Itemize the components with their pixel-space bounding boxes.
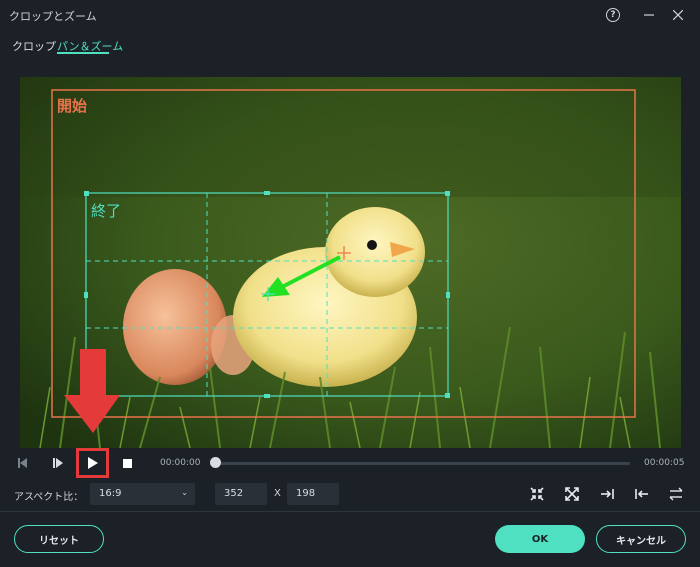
help-circle-icon: ? <box>606 8 620 22</box>
width-field[interactable]: 352 <box>215 483 267 505</box>
fit-button[interactable] <box>527 484 547 504</box>
fill-icon <box>565 487 579 501</box>
width-value: 352 <box>224 488 244 499</box>
height-field[interactable]: 198 <box>287 483 339 505</box>
minimize-icon <box>644 14 654 16</box>
total-time: 00:00:05 <box>644 458 685 468</box>
reset-label: リセット <box>39 535 79 547</box>
height-value: 198 <box>296 488 316 499</box>
timeline-scrubber[interactable] <box>210 457 221 468</box>
cancel-button[interactable]: キャンセル <box>596 525 686 553</box>
start-label: 開始 <box>57 97 88 115</box>
end-label: 終了 <box>91 202 122 220</box>
active-tab-indicator <box>57 52 109 54</box>
minimize-button[interactable] <box>639 5 659 25</box>
current-time: 00:00:00 <box>160 458 201 468</box>
settings-row: アスペクト比： 16:9 ⌄ 352 X 198 <box>0 481 700 507</box>
footer-divider <box>0 511 700 512</box>
close-icon <box>673 10 683 20</box>
close-button[interactable] <box>668 5 688 25</box>
fill-button[interactable] <box>562 484 582 504</box>
aspect-ratio-select[interactable]: 16:9 ⌄ <box>90 483 195 505</box>
reset-button[interactable]: リセット <box>14 525 104 553</box>
align-right-button[interactable] <box>597 484 617 504</box>
previous-frame-button[interactable] <box>15 454 33 472</box>
preview-area: 開始 終了 <box>0 62 700 448</box>
aspect-ratio-value: 16:9 <box>99 488 122 499</box>
ok-button[interactable]: OK <box>495 525 585 553</box>
annotation-highlight-box <box>76 448 109 478</box>
align-left-button[interactable] <box>632 484 652 504</box>
align-left-icon <box>635 489 648 499</box>
help-button[interactable]: ? <box>603 5 623 25</box>
tab-bar: クロップ パン＆ズーム <box>0 30 700 60</box>
ok-label: OK <box>531 533 549 545</box>
timeline-track[interactable] <box>215 462 630 465</box>
stop-icon <box>122 458 132 468</box>
dimension-separator: X <box>274 488 281 499</box>
stop-button[interactable] <box>118 454 136 472</box>
tab-crop[interactable]: クロップ <box>12 38 56 54</box>
swap-icon <box>669 487 683 501</box>
next-frame-button[interactable] <box>50 454 68 472</box>
swap-button[interactable] <box>666 484 686 504</box>
step-back-icon <box>18 458 27 468</box>
fit-icon <box>530 487 544 501</box>
title-bar: クロップとズーム ? <box>0 0 700 30</box>
align-right-icon <box>601 489 614 499</box>
eggshell <box>123 269 227 385</box>
step-forward-icon <box>53 458 63 468</box>
annotation-arrow <box>64 349 120 433</box>
aspect-ratio-label: アスペクト比： <box>14 492 84 503</box>
cancel-label: キャンセル <box>616 535 666 547</box>
chevron-down-icon: ⌄ <box>181 488 188 497</box>
window-title: クロップとズーム <box>9 10 97 23</box>
